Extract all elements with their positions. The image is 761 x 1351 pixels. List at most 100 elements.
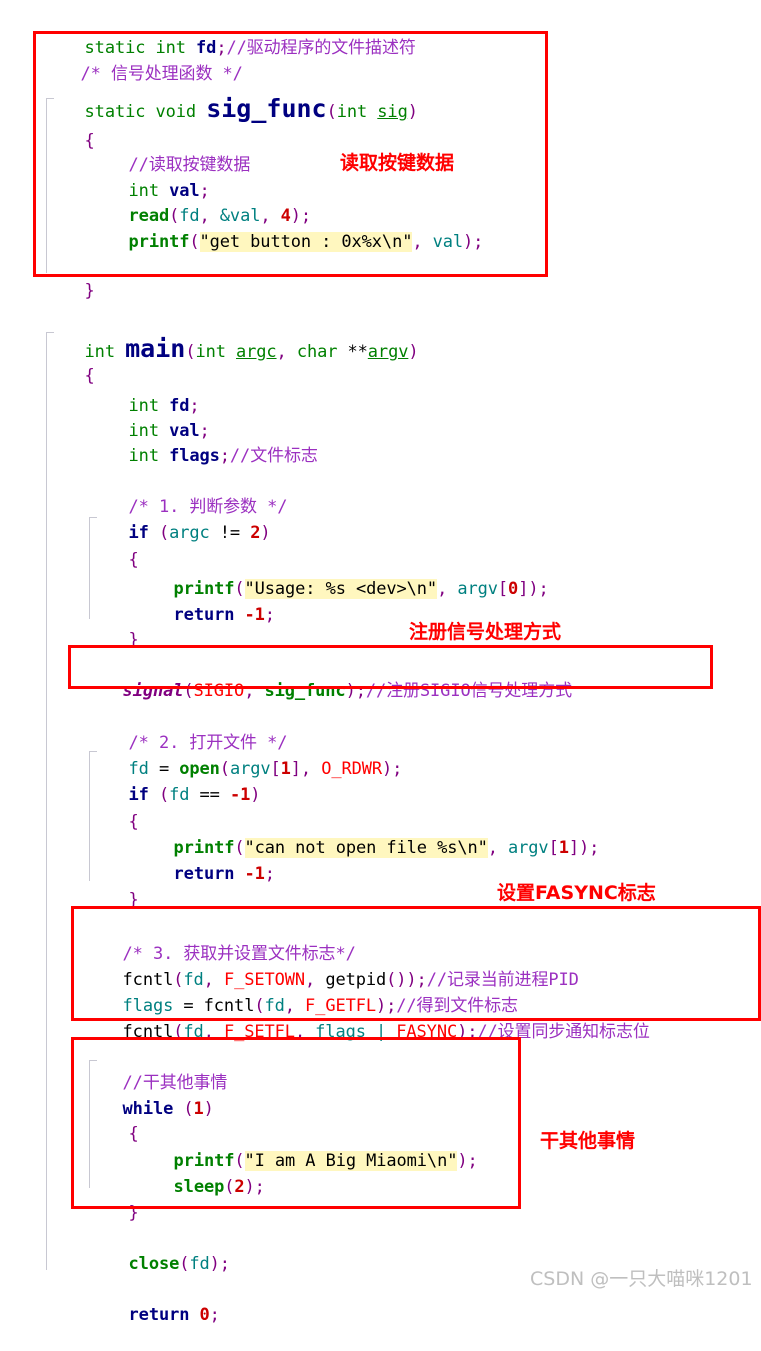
token-macro: SIGIO <box>193 681 245 701</box>
token-paren: ) <box>203 1099 214 1119</box>
token-param: argc <box>236 342 277 362</box>
token-keyword: int <box>336 102 368 122</box>
token-bracket: [ <box>548 838 559 858</box>
token-semicolon: ; <box>219 446 230 466</box>
token-paren: ) <box>528 579 539 599</box>
token-number: 2 <box>234 1177 245 1197</box>
csdn-watermark: CSDN @一只大喵咪1201 <box>530 1268 753 1290</box>
token-number: 1 <box>280 759 291 779</box>
token-comment: //驱动程序的文件描述符 <box>226 38 416 58</box>
token-semicolon: ; <box>538 579 549 599</box>
token-comment: //注册SIGIO信号处理方式 <box>365 681 572 701</box>
code-line: { <box>88 786 139 858</box>
token-semicolon: ; <box>473 232 484 252</box>
token-arg: fd <box>189 1254 210 1274</box>
token-semicolon: ; <box>219 1254 230 1274</box>
token-paren: ( <box>183 681 194 701</box>
token-paren: ) <box>463 232 474 252</box>
token-param: sig <box>377 102 408 122</box>
token-string: "I am A Big Miaomi\n" <box>244 1151 458 1171</box>
token-brace: } <box>128 630 139 650</box>
token-paren: ( <box>185 342 196 362</box>
token-comma: , <box>244 681 255 701</box>
code-line: printf("get button : 0x%x\n", val); <box>88 206 483 278</box>
token-paren: ) <box>407 102 418 122</box>
token-paren: ( <box>189 232 200 252</box>
token-operator: != <box>219 523 241 543</box>
token-comma: , <box>276 342 287 362</box>
token-arg: fd <box>183 1022 204 1042</box>
token-arg: argv <box>508 838 549 858</box>
token-stars: ** <box>347 342 368 362</box>
token-comma: , <box>487 838 498 858</box>
token-keyword: int <box>128 446 160 466</box>
token-semicolon: ; <box>392 759 403 779</box>
token-function: close <box>128 1254 180 1274</box>
token-keyword-return: return <box>173 864 235 884</box>
token-number: 1 <box>558 838 569 858</box>
token-paren: ) <box>579 838 590 858</box>
token-brace: } <box>128 890 139 910</box>
token-string: "get button : 0x%x\n" <box>199 232 413 252</box>
code-line: { <box>88 524 139 596</box>
token-function: sleep <box>173 1177 225 1197</box>
token-param: argv <box>367 342 409 362</box>
token-paren: ( <box>183 1099 194 1119</box>
token-number: 0 <box>508 579 519 599</box>
code-line: return -1; <box>133 579 275 651</box>
token-arg: argc <box>169 523 210 543</box>
token-comma: , <box>203 1022 214 1042</box>
token-operator: == <box>199 785 220 805</box>
token-paren: ( <box>173 1022 184 1042</box>
token-paren: ) <box>209 1254 220 1274</box>
token-comma: , <box>300 759 312 779</box>
token-number: -1 <box>244 605 265 625</box>
annotation-set-fasync-flag: 设置FASYNC标志 <box>497 882 656 904</box>
token-bracket: ] <box>518 579 529 599</box>
annotation-do-other-things: 干其他事情 <box>540 1130 636 1152</box>
token-identifier: flags <box>169 446 220 466</box>
token-keyword: void <box>155 102 197 122</box>
token-keyword: char <box>296 342 338 362</box>
token-number: -1 <box>244 864 265 884</box>
token-comment: //文件标志 <box>229 446 318 466</box>
code-listing: static int fd;//驱动程序的文件描述符 /* 信号处理函数 */ … <box>0 0 761 1325</box>
token-paren: ) <box>260 523 271 543</box>
token-keyword-return: return <box>173 605 235 625</box>
token-comment: //设置同步通知标志位 <box>477 1022 650 1042</box>
token-paren: ( <box>224 1177 235 1197</box>
token-keyword-return: return <box>128 1305 190 1325</box>
annotation-read-key-data: 读取按键数据 <box>340 152 455 174</box>
code-line: return -1; <box>133 838 275 910</box>
token-semicolon: ; <box>467 1151 478 1171</box>
code-line: return 0; <box>88 1279 220 1351</box>
token-number: -1 <box>229 785 251 805</box>
indent-guide <box>46 332 47 1270</box>
token-semicolon: ; <box>467 1022 478 1042</box>
token-comma: , <box>437 579 448 599</box>
token-arg: argv <box>457 579 498 599</box>
token-semicolon: ; <box>254 1177 265 1197</box>
token-number: 1 <box>193 1099 204 1119</box>
token-paren: ) <box>250 785 261 805</box>
